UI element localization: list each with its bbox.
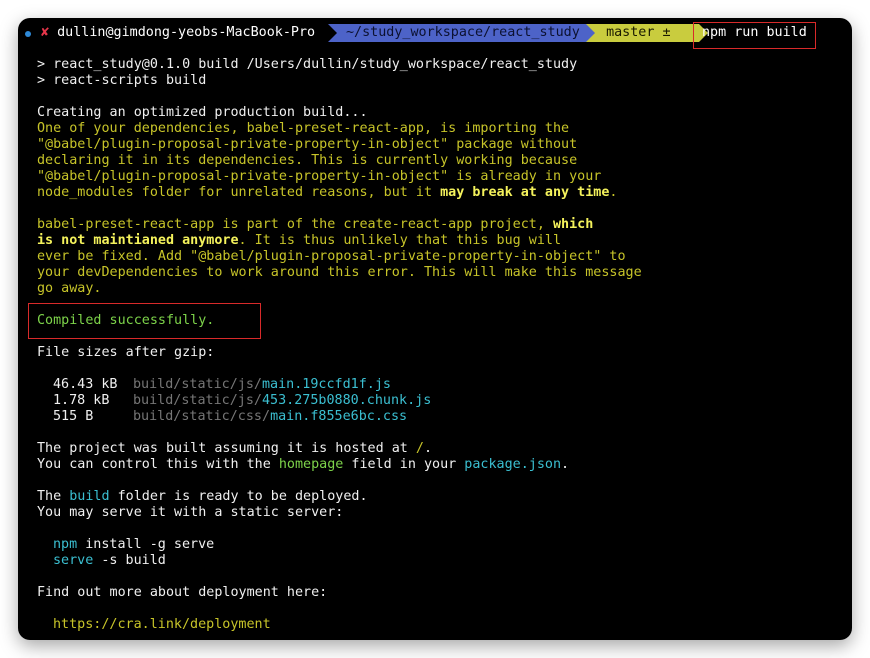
- warning-text: babel-preset-react-app is part of the cr…: [37, 217, 553, 232]
- warning-line: your devDependencies to work around this…: [37, 265, 642, 280]
- hosted-text: The project was built assuming it is hos…: [37, 441, 416, 456]
- warning-line: babel-preset-react-app is part of the cr…: [37, 217, 593, 233]
- deployment-link[interactable]: https://cra.link/deployment: [53, 617, 271, 633]
- serve-hint-line: You may serve it with a static server:: [37, 505, 344, 520]
- warning-line: "@babel/plugin-proposal-private-property…: [37, 169, 602, 184]
- ready-text: folder is ready to be deployed.: [109, 489, 368, 504]
- control-line: You can control this with the homepage f…: [37, 457, 569, 473]
- file-name: 453.275b0880.chunk.js: [262, 393, 432, 408]
- ready-text: The: [37, 489, 70, 504]
- file-size-row: 46.43 kB build/static/js/main.19ccfd1f.js: [53, 377, 391, 393]
- git-branch-label: master ±: [606, 25, 671, 40]
- prompt-user-segment: ✘ dullin@gimdong-yeobs-MacBook-Pro: [41, 24, 315, 42]
- file-dir: build/static/css/: [133, 409, 271, 424]
- hosted-text: .: [423, 441, 433, 456]
- file-dir: build/static/js/: [133, 393, 262, 408]
- control-text: You can control this with the: [37, 457, 279, 472]
- serve-command-line: serve -s build: [53, 553, 166, 569]
- hosted-line: The project was built assuming it is hos…: [37, 441, 432, 457]
- warning-bold-text: is not maintianed anymore: [37, 233, 239, 248]
- find-more-line: Find out more about deployment here:: [37, 585, 328, 600]
- file-name: main.f855e6bc.css: [270, 409, 408, 424]
- error-x-icon: ✘: [41, 25, 50, 40]
- serve-command-line: npm install -g serve: [53, 537, 214, 553]
- run-line-1: > react_study@0.1.0 build /Users/dullin/…: [37, 57, 578, 72]
- prompt-path-segment: ~/study_workspace/react_study: [328, 24, 604, 42]
- warning-line: declaring it in its dependencies. This i…: [37, 153, 578, 168]
- control-text: .: [561, 457, 570, 472]
- warning-line: node_modules folder for unrelated reason…: [37, 185, 617, 201]
- file-size: 515 B: [53, 409, 94, 424]
- shell-prompt: ✘ dullin@gimdong-yeobs-MacBook-Pro ~/stu…: [18, 24, 852, 42]
- file-size: 46.43 kB: [53, 377, 118, 392]
- warning-bold-text: which: [552, 217, 594, 232]
- warning-text: . It is thus unlikely that this bug will: [238, 233, 562, 248]
- warning-bold-text: may break at any time: [440, 185, 610, 200]
- hosted-path: /: [415, 441, 424, 456]
- command-args: -s build: [93, 553, 166, 568]
- file-dir: build/static/js/: [133, 377, 262, 392]
- npm-command: npm: [53, 537, 78, 552]
- warning-line: go away.: [37, 281, 102, 296]
- package-json-name: package.json: [464, 457, 562, 472]
- file-size-row: 1.78 kB build/static/js/453.275b0880.chun…: [53, 393, 431, 409]
- prompt-user-host: dullin@gimdong-yeobs-MacBook-Pro: [57, 25, 316, 40]
- warning-text: node_modules folder for unrelated reason…: [37, 185, 441, 200]
- warning-line: ever be fixed. Add "@babel/plugin-propos…: [37, 249, 626, 264]
- warning-line: One of your dependencies, babel-preset-r…: [37, 121, 570, 136]
- warning-line: "@babel/plugin-proposal-private-property…: [37, 137, 578, 152]
- file-sizes-header: File sizes after gzip:: [37, 345, 215, 360]
- prompt-git-segment: master ±: [586, 24, 708, 42]
- creating-build-line: Creating an optimized production build..…: [37, 105, 368, 120]
- file-size: 1.78 kB: [53, 393, 110, 408]
- command-args: install -g serve: [77, 537, 215, 552]
- homepage-field: homepage: [278, 457, 344, 472]
- file-size-row: 515 B build/static/css/main.f855e6bc.css: [53, 409, 407, 425]
- build-folder-name: build: [69, 489, 110, 504]
- file-name: main.19ccfd1f.js: [262, 377, 391, 392]
- compiled-success-line: Compiled successfully.: [37, 313, 215, 328]
- warning-line: is not maintianed anymore. It is thus un…: [37, 233, 561, 249]
- run-line-2: > react-scripts build: [37, 73, 207, 88]
- terminal-window: ✘ dullin@gimdong-yeobs-MacBook-Pro ~/stu…: [18, 18, 852, 640]
- serve-command: serve: [53, 553, 94, 568]
- warning-text: .: [609, 185, 618, 200]
- control-text: field in your: [343, 457, 465, 472]
- prompt-command[interactable]: npm run build: [702, 24, 807, 42]
- prompt-status-dot: [25, 31, 31, 37]
- ready-line: The build folder is ready to be deployed…: [37, 489, 368, 505]
